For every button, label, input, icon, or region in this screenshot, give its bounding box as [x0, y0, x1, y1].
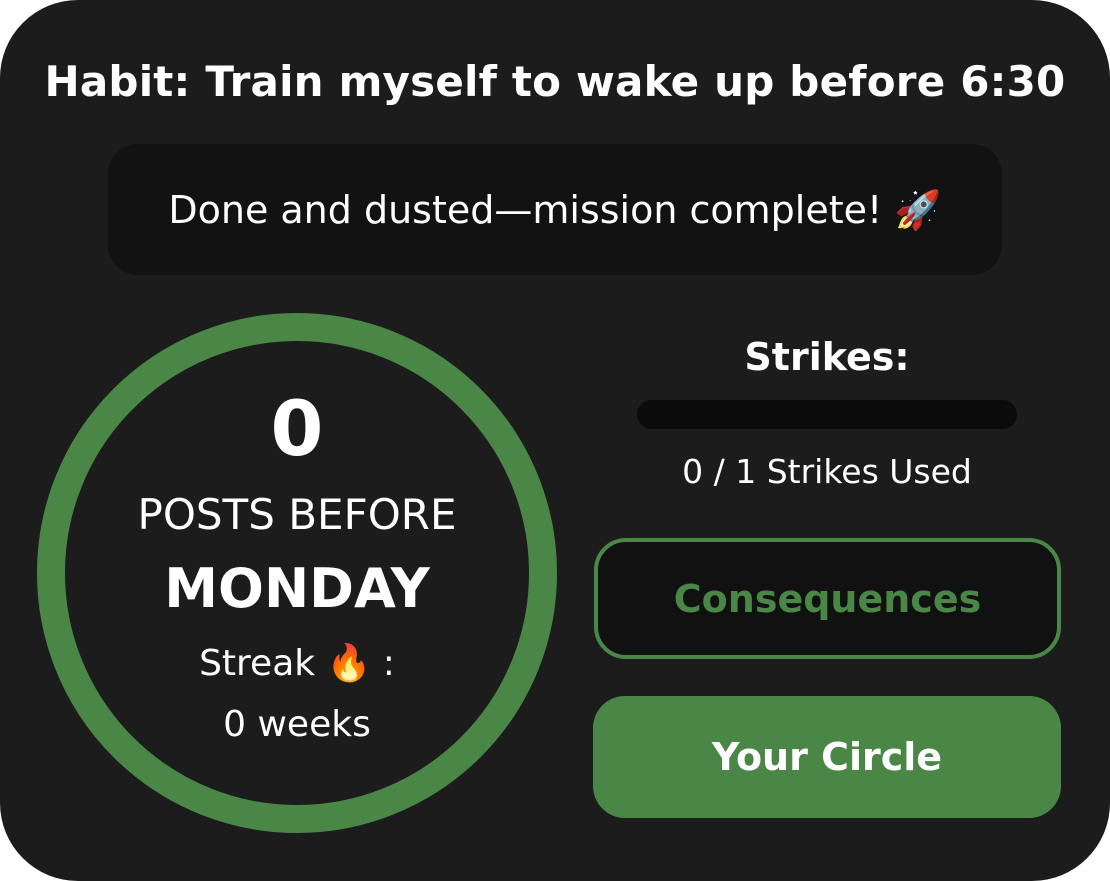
- streak-value: 0 weeks: [223, 704, 371, 745]
- status-message-text: Done and dusted—mission complete! 🚀: [168, 187, 942, 232]
- posts-count: 0: [270, 384, 324, 473]
- deadline-day: MONDAY: [164, 557, 430, 620]
- posts-before-label: POSTS BEFORE: [137, 490, 457, 539]
- countdown-text-group: 0 POSTS BEFORE MONDAY Streak 🔥 : 0 weeks: [37, 313, 557, 833]
- habit-card: Habit: Train myself to wake up before 6:…: [0, 0, 1110, 881]
- streak-label: Streak 🔥 :: [199, 643, 395, 684]
- consequences-button[interactable]: Consequences: [594, 538, 1061, 659]
- your-circle-button-label: Your Circle: [711, 735, 943, 779]
- consequences-button-label: Consequences: [673, 576, 982, 621]
- strikes-title: Strikes:: [744, 335, 910, 379]
- habit-title: Habit: Train myself to wake up before 6:…: [44, 57, 1066, 106]
- strikes-used-text: 0 / 1 Strikes Used: [682, 452, 972, 491]
- strikes-progress-bar: [637, 400, 1017, 429]
- status-message-panel: Done and dusted—mission complete! 🚀: [108, 144, 1002, 275]
- your-circle-button[interactable]: Your Circle: [593, 696, 1061, 818]
